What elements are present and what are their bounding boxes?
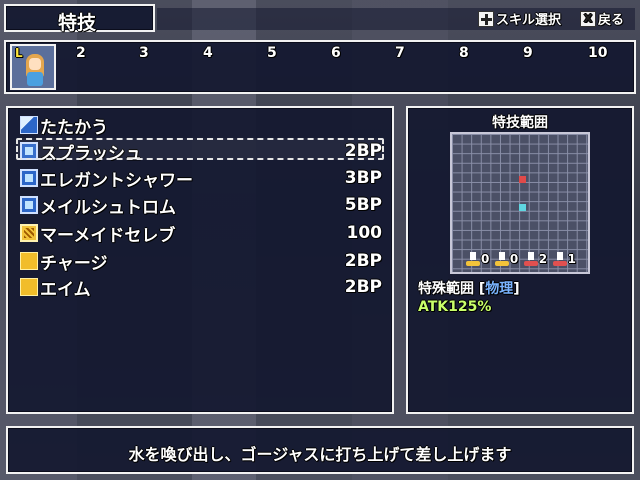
range-target-cell [519,176,526,183]
skill-item-maelstrom[interactable]: メイルシュトロム 5BP [20,192,382,218]
special-range: 特殊範囲 [物理] [418,278,520,298]
leader-badge: L [15,46,23,60]
party-slot-8[interactable]: 8 [459,45,469,61]
arrow-up-icon [466,252,480,266]
skill-cost: 2BP [344,277,382,297]
range-title: 特技範囲 [492,115,548,131]
skill-item-elegant-shower[interactable]: エレガントシャワー 3BP [20,165,382,191]
description-panel: 水を喚び出し、ゴージャスに打ち上げて差し上げます [6,426,634,474]
party-slot-1[interactable]: L [10,44,56,90]
stat-value: 0 [481,252,490,266]
arrow-down-icon [552,252,567,266]
skill-item-charge[interactable]: チャージ 2BP [20,248,382,274]
dpad-icon [478,10,494,27]
party-bar: L 2 3 4 5 6 7 8 9 10 [4,40,636,94]
sword-icon [20,116,38,134]
selection-cursor [16,138,384,160]
party-slot-3[interactable]: 3 [139,45,149,61]
x-button-icon: X [580,10,596,27]
skill-name: エレガントシャワー [40,170,193,191]
range-stats: 0 0 2 1 [466,249,576,269]
hint-back[interactable]: X 戻る [580,9,624,28]
buff-icon [20,252,38,270]
skill-item-attack[interactable]: たたかう [20,112,382,138]
party-slot-4[interactable]: 4 [203,45,213,61]
skill-cost: 100 [346,223,383,243]
water-magic-icon [20,169,38,187]
stat-up-enemy: 2 [523,249,548,269]
stat-value: 2 [538,252,548,266]
skill-name: チャージ [40,253,108,274]
arrow-down-icon [494,252,509,266]
skill-cost: 3BP [344,168,382,188]
hint-skill-select-label: スキル選択 [496,13,562,28]
skill-name: エイム [40,279,91,300]
party-slot-6[interactable]: 6 [331,45,341,61]
hint-back-label: 戻る [598,13,625,28]
skill-name: マーメイドセレブ [40,225,176,246]
skill-description: 水を喚び出し、ゴージャスに打ち上げて差し上げます [128,445,512,464]
party-slot-7[interactable]: 7 [395,45,405,61]
title-panel: 特技 [4,4,155,34]
stat-value: 1 [567,252,576,266]
party-slot-2[interactable]: 2 [76,45,86,61]
page-title: 特技 [58,12,97,34]
party-slot-5[interactable]: 5 [267,45,277,61]
skill-item-mermaid-celeb[interactable]: マーメイドセレブ 100 [20,220,382,246]
stat-down-ally: 0 [494,249,519,269]
attack-kind: 物理 [485,281,514,297]
skill-range-panel: 特技範囲 0 0 2 1 特殊範囲 [物理] ATK125% [406,106,634,414]
portrait-face [29,58,41,70]
special-range-label: 特殊範囲 [418,281,474,297]
stat-down-enemy: 1 [552,249,576,269]
party-slot-9[interactable]: 9 [523,45,533,61]
buff-icon [20,278,38,296]
skill-cost: 5BP [344,195,382,215]
skill-name: メイルシュトロム [40,197,176,218]
skill-cost: 2BP [344,251,382,271]
hint-skill-select: スキル選択 [478,9,561,28]
arrow-up-icon [523,252,538,266]
water-magic-icon [20,196,38,214]
skill-item-aim[interactable]: エイム 2BP [20,274,382,300]
skill-name: たたかう [40,117,108,138]
bracket-close: ] [513,281,520,297]
atk-modifier: ATK125% [418,299,492,315]
party-slot-10[interactable]: 10 [588,45,607,61]
portrait-body [27,72,43,86]
range-origin-cell [519,204,526,211]
special-skill-icon [20,224,38,242]
stat-value: 0 [509,252,519,266]
header-strip [157,8,635,30]
stat-up-ally: 0 [466,249,489,269]
